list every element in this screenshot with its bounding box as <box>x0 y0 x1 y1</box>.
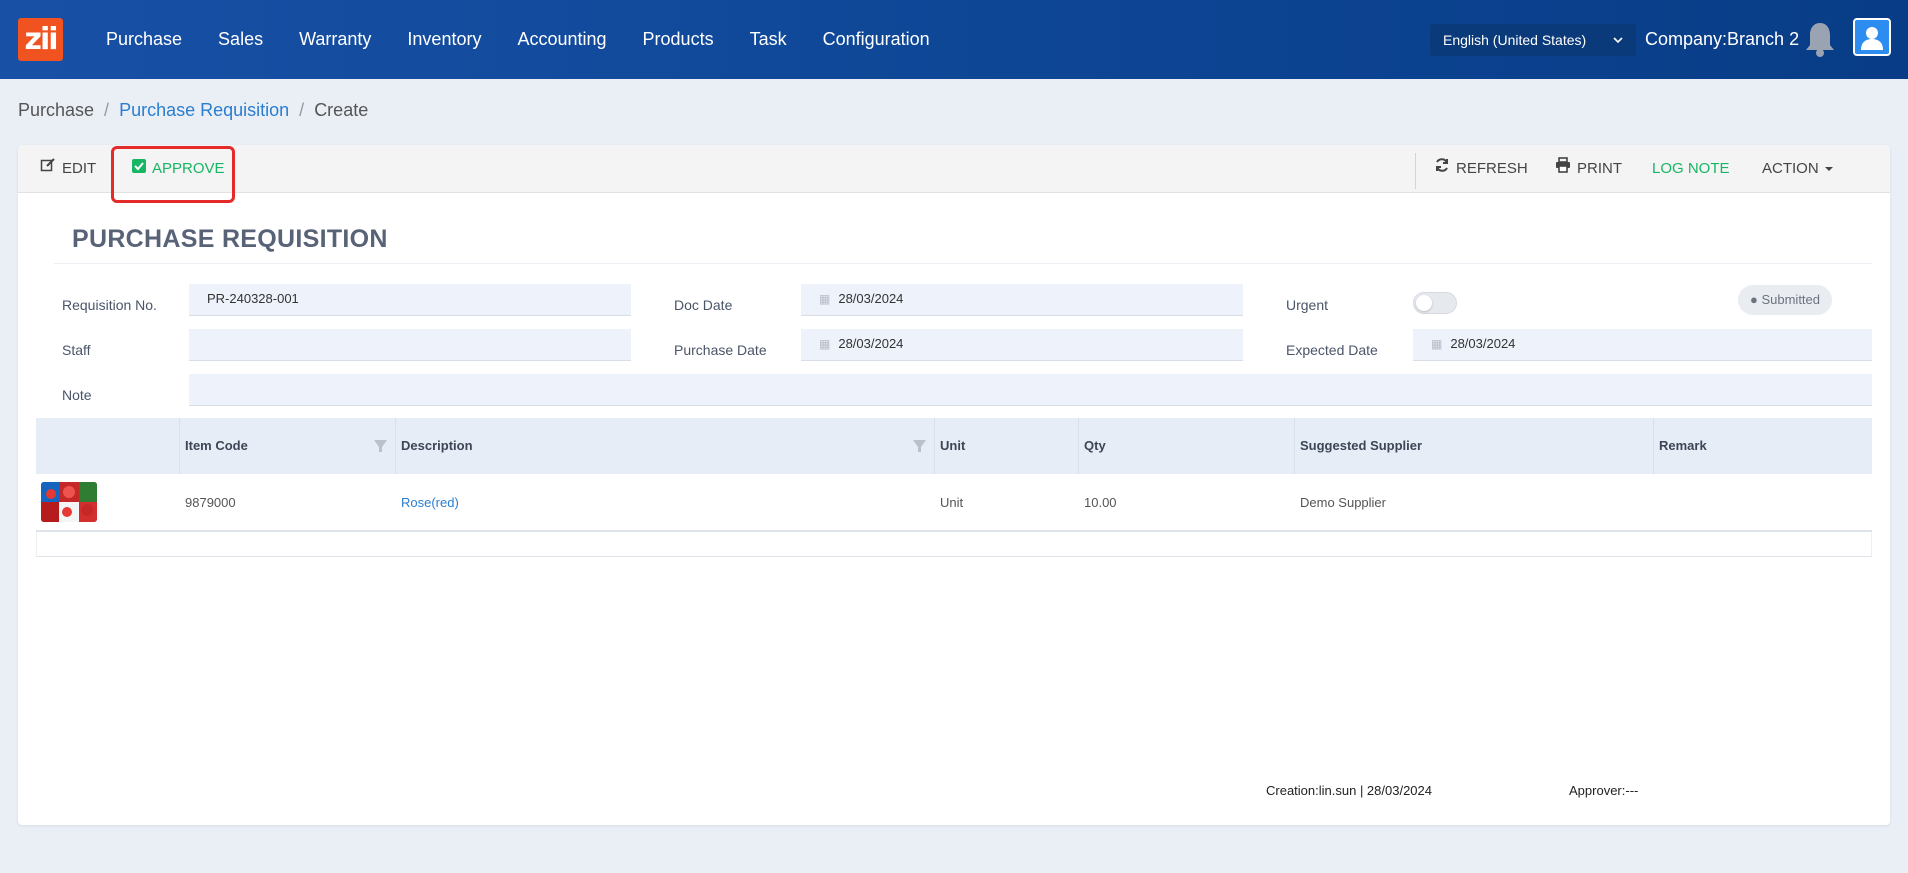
doc-date-label: Doc Date <box>674 297 733 313</box>
menu-purchase[interactable]: Purchase <box>88 0 200 79</box>
col-qty[interactable]: Qty <box>1079 418 1295 474</box>
page-title: PURCHASE REQUISITION <box>72 225 388 253</box>
expected-date-field[interactable]: ▦ 28/03/2024 <box>1413 329 1872 361</box>
breadcrumb: Purchase / Purchase Requisition / Create <box>18 100 368 121</box>
calendar-icon: ▦ <box>1431 337 1443 351</box>
staff-field[interactable] <box>189 329 631 361</box>
supplier-cell: Demo Supplier <box>1300 495 1386 510</box>
user-avatar-icon[interactable] <box>1853 18 1891 56</box>
print-icon <box>1555 145 1571 193</box>
table-footer-row <box>36 532 1872 557</box>
chevron-down-icon <box>1612 24 1624 68</box>
company-label[interactable]: Company:Branch 2 <box>1645 0 1799 79</box>
zii-logo[interactable]: zii <box>18 18 63 61</box>
log-note-button[interactable]: LOG NOTE <box>1652 145 1730 193</box>
main-menu: Purchase Sales Warranty Inventory Accoun… <box>88 0 948 79</box>
requisition-no-field[interactable]: PR-240328-001 <box>189 284 631 316</box>
edit-button[interactable]: EDIT <box>40 145 96 193</box>
item-image-cell <box>36 474 180 532</box>
qty-cell: 10.00 <box>1084 495 1117 510</box>
description-link[interactable]: Rose(red) <box>396 474 935 532</box>
status-badge: ● Submitted <box>1738 285 1833 315</box>
menu-products[interactable]: Products <box>625 0 732 79</box>
col-remark[interactable]: Remark <box>1654 418 1872 474</box>
rose-image <box>41 482 97 522</box>
menu-warranty[interactable]: Warranty <box>281 0 389 79</box>
expected-date-label: Expected Date <box>1286 342 1378 358</box>
urgent-label: Urgent <box>1286 297 1329 313</box>
edit-label: EDIT <box>62 160 97 177</box>
print-label: PRINT <box>1577 160 1622 177</box>
refresh-icon <box>1434 145 1450 193</box>
purchase-date-field[interactable]: ▦ 28/03/2024 <box>801 329 1243 361</box>
refresh-label: REFRESH <box>1456 160 1528 177</box>
top-navbar: zii Purchase Sales Warranty Inventory Ac… <box>0 0 1908 79</box>
breadcrumb-purchase[interactable]: Purchase <box>18 100 94 121</box>
table-header: Item Code Description Unit Qty Suggested… <box>36 418 1872 474</box>
col-item-code[interactable]: Item Code <box>180 418 396 474</box>
col-image <box>36 418 180 474</box>
col-unit[interactable]: Unit <box>935 418 1079 474</box>
title-divider <box>54 263 1872 264</box>
approve-highlight-box <box>111 146 235 203</box>
creation-info: Creation:lin.sun | 28/03/2024 <box>1266 783 1432 798</box>
col-description-label: Description <box>401 438 473 453</box>
doc-date-value: 28/03/2024 <box>838 291 904 306</box>
menu-task[interactable]: Task <box>732 0 805 79</box>
urgent-toggle[interactable] <box>1413 292 1457 314</box>
print-button[interactable]: PRINT <box>1555 145 1622 193</box>
form-card: EDIT APPROVE REFRESH PRINT LOG NOTE ACTI… <box>18 145 1890 825</box>
action-label: ACTION <box>1762 160 1819 177</box>
menu-sales[interactable]: Sales <box>200 0 281 79</box>
note-field[interactable] <box>189 374 1872 406</box>
requisition-no-label: Requisition No. <box>62 297 157 313</box>
note-label: Note <box>62 387 92 403</box>
table-row[interactable]: 9879000 Rose(red) Unit 10.00 Demo Suppli… <box>36 474 1872 532</box>
purchase-date-value: 28/03/2024 <box>838 336 904 351</box>
menu-accounting[interactable]: Accounting <box>499 0 624 79</box>
status-dot-icon: ● <box>1750 292 1762 307</box>
toolbar: EDIT APPROVE REFRESH PRINT LOG NOTE ACTI… <box>18 145 1890 193</box>
remark-cell <box>1654 474 1872 532</box>
staff-label: Staff <box>62 342 91 358</box>
status-label: Submitted <box>1761 292 1821 307</box>
action-dropdown[interactable]: ACTION <box>1762 145 1833 193</box>
breadcrumb-separator: / <box>104 100 110 120</box>
caret-down-icon <box>1824 145 1833 193</box>
language-value: English (United States) <box>1443 32 1587 48</box>
calendar-icon: ▦ <box>819 337 831 351</box>
language-select[interactable]: English (United States) <box>1430 24 1636 56</box>
unit-cell: Unit <box>940 495 964 510</box>
refresh-button[interactable]: REFRESH <box>1434 145 1528 193</box>
item-code-cell: 9879000 <box>185 495 236 510</box>
breadcrumb-create: Create <box>314 100 369 120</box>
col-item-code-label: Item Code <box>185 438 248 453</box>
menu-configuration[interactable]: Configuration <box>805 0 948 79</box>
doc-date-field[interactable]: ▦ 28/03/2024 <box>801 284 1243 316</box>
calendar-icon: ▦ <box>819 292 831 306</box>
col-suggested-supplier[interactable]: Suggested Supplier <box>1295 418 1654 474</box>
approver-info: Approver:--- <box>1569 783 1639 798</box>
breadcrumb-purchase-requisition[interactable]: Purchase Requisition <box>119 100 289 121</box>
col-description[interactable]: Description <box>396 418 935 474</box>
items-table: Item Code Description Unit Qty Suggested… <box>36 418 1872 557</box>
toolbar-divider <box>1415 153 1416 189</box>
expected-date-value: 28/03/2024 <box>1450 336 1516 351</box>
menu-inventory[interactable]: Inventory <box>389 0 499 79</box>
breadcrumb-separator: / <box>299 100 305 120</box>
purchase-date-label: Purchase Date <box>674 342 767 358</box>
edit-icon <box>40 145 56 193</box>
bell-icon[interactable] <box>1803 19 1837 59</box>
